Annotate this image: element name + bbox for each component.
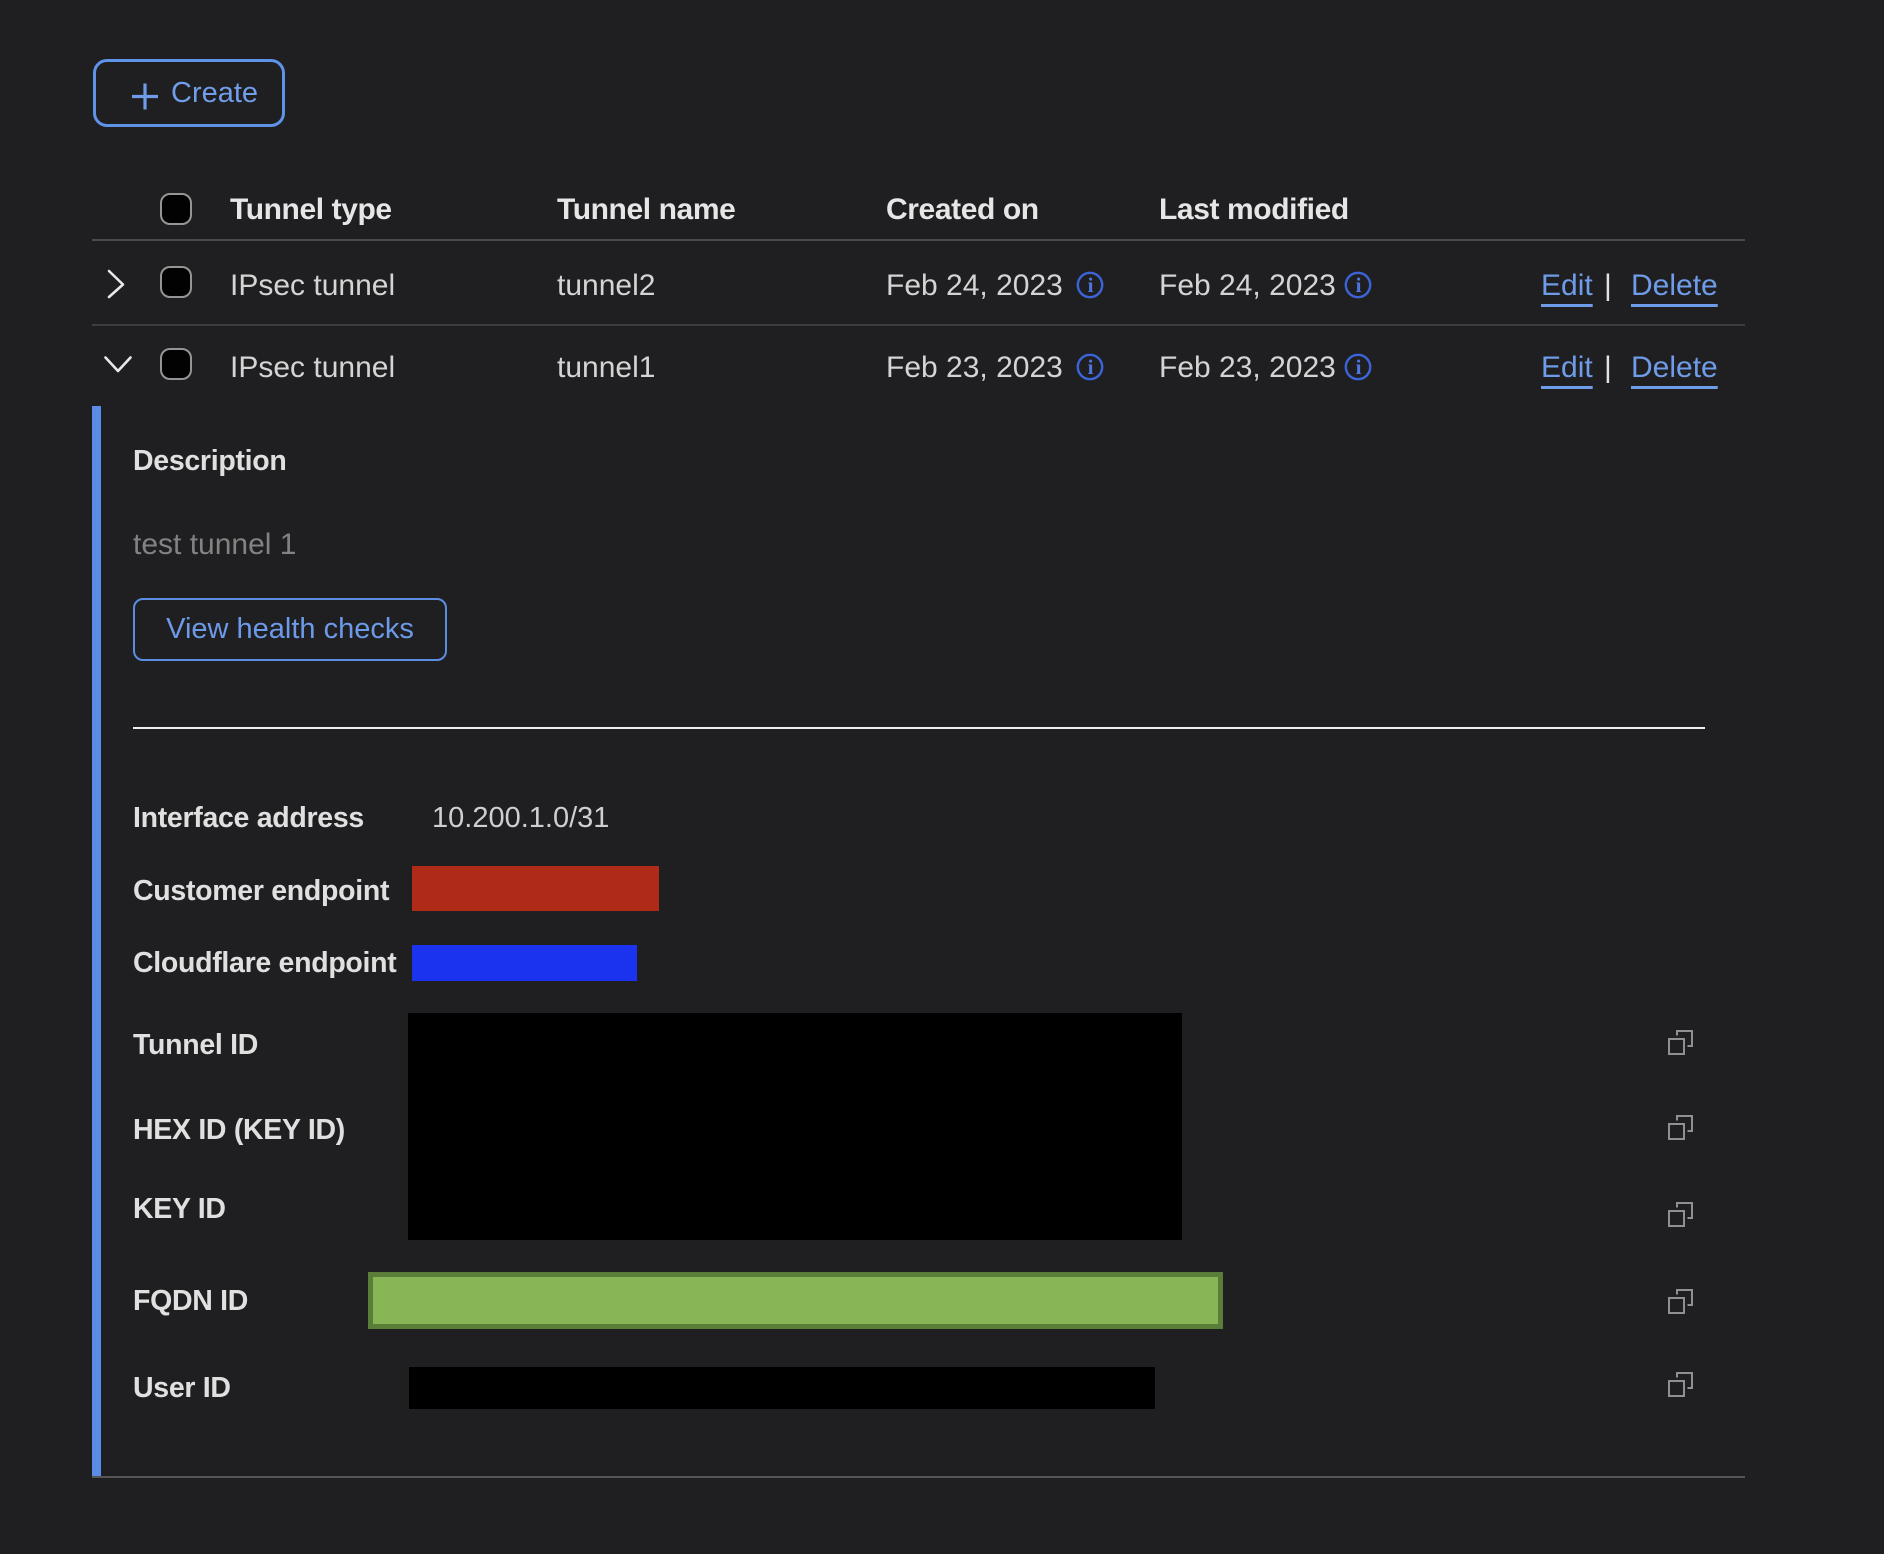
svg-text:i: i xyxy=(1356,273,1362,297)
svg-text:i: i xyxy=(1088,355,1094,379)
svg-text:i: i xyxy=(1088,273,1094,297)
svg-text:i: i xyxy=(1356,355,1362,379)
